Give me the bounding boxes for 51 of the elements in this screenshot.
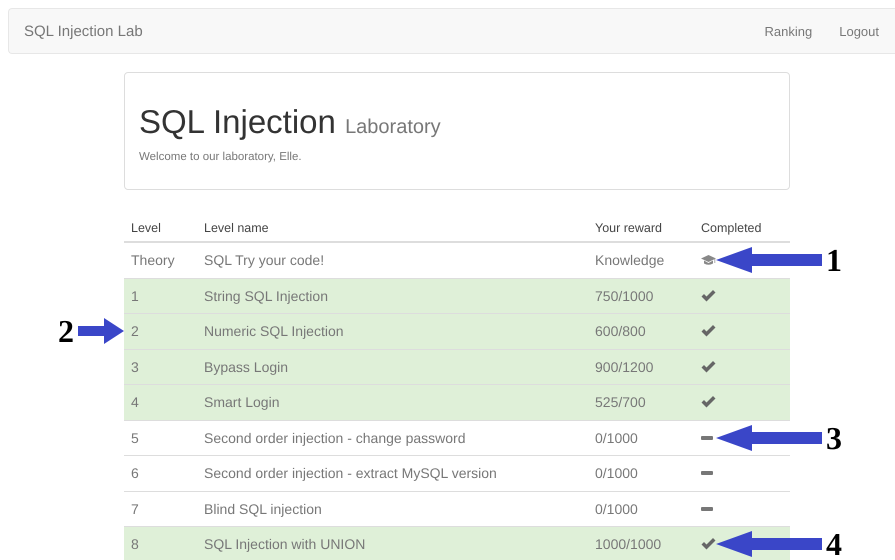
reward-cell-text: Knowledge <box>594 252 666 268</box>
callout-number: 4 <box>826 530 842 558</box>
column-header: Completed <box>700 220 762 234</box>
nav-link[interactable]: Logout <box>839 24 879 38</box>
level-cell-text: 6 <box>130 465 140 482</box>
level-cell-text: 1 <box>130 288 140 304</box>
level-name-cell-text: Numeric SQL Injection <box>203 323 345 340</box>
level-cell-text: 5 <box>130 430 140 446</box>
column-header: Your reward <box>594 220 663 234</box>
dash-icon <box>701 471 713 476</box>
level-cell-text: 4 <box>130 394 140 410</box>
callout-number: 2 <box>58 317 74 345</box>
reward-cell-text: 1000/1000 <box>594 536 662 552</box>
level-name-cell-text: Smart Login <box>203 394 280 410</box>
level-name-cell-text: String SQL Injection <box>203 288 329 304</box>
brand-link[interactable]: SQL Injection Lab <box>24 22 143 40</box>
level-cell-text: Theory <box>130 252 176 268</box>
reward-cell-text: 0/1000 <box>594 430 639 446</box>
level-cell-text: 7 <box>130 500 140 517</box>
reward-cell-text: 600/800 <box>594 323 647 340</box>
level-name-cell-text: Bypass Login <box>203 358 290 375</box>
page-title: SQL Injection <box>139 103 336 140</box>
level-name-cell-text: SQL Injection with UNION <box>203 536 366 552</box>
page-subtitle: Laboratory <box>345 116 441 138</box>
checkmark-icon <box>701 360 716 373</box>
column-header: Level <box>130 220 162 234</box>
reward-cell-text: 900/1200 <box>594 358 654 375</box>
dash-icon <box>701 506 713 511</box>
level-name-cell-text: Blind SQL injection <box>203 500 323 517</box>
level-name-cell-text: Second order injection - extract MySQL version <box>203 465 498 482</box>
level-cell-text: 8 <box>130 536 140 552</box>
reward-cell-text: 0/1000 <box>594 500 639 517</box>
reward-cell-text: 750/1000 <box>594 288 654 304</box>
checkmark-icon <box>701 325 716 338</box>
dash-icon <box>701 436 713 440</box>
callout-number: 1 <box>826 246 842 274</box>
arrow <box>78 318 124 344</box>
nav-link[interactable]: Ranking <box>764 24 812 38</box>
reward-cell-text: 0/1000 <box>594 465 639 482</box>
level-cell-text: 2 <box>130 323 140 340</box>
level-name-cell-text: SQL Try your code! <box>203 252 326 268</box>
checkmark-icon <box>701 538 716 550</box>
callout-number: 3 <box>826 424 842 452</box>
graduation-cap-icon <box>701 254 716 266</box>
level-name-cell-text: Second order injection - change password <box>203 430 466 446</box>
checkmark-icon <box>701 396 716 408</box>
welcome-text: Welcome to our laboratory, Elle. <box>139 151 303 163</box>
checkmark-icon <box>701 290 716 302</box>
reward-cell-text: 525/700 <box>594 394 647 410</box>
column-header: Level name <box>203 220 270 234</box>
level-cell-text: 3 <box>130 358 140 375</box>
